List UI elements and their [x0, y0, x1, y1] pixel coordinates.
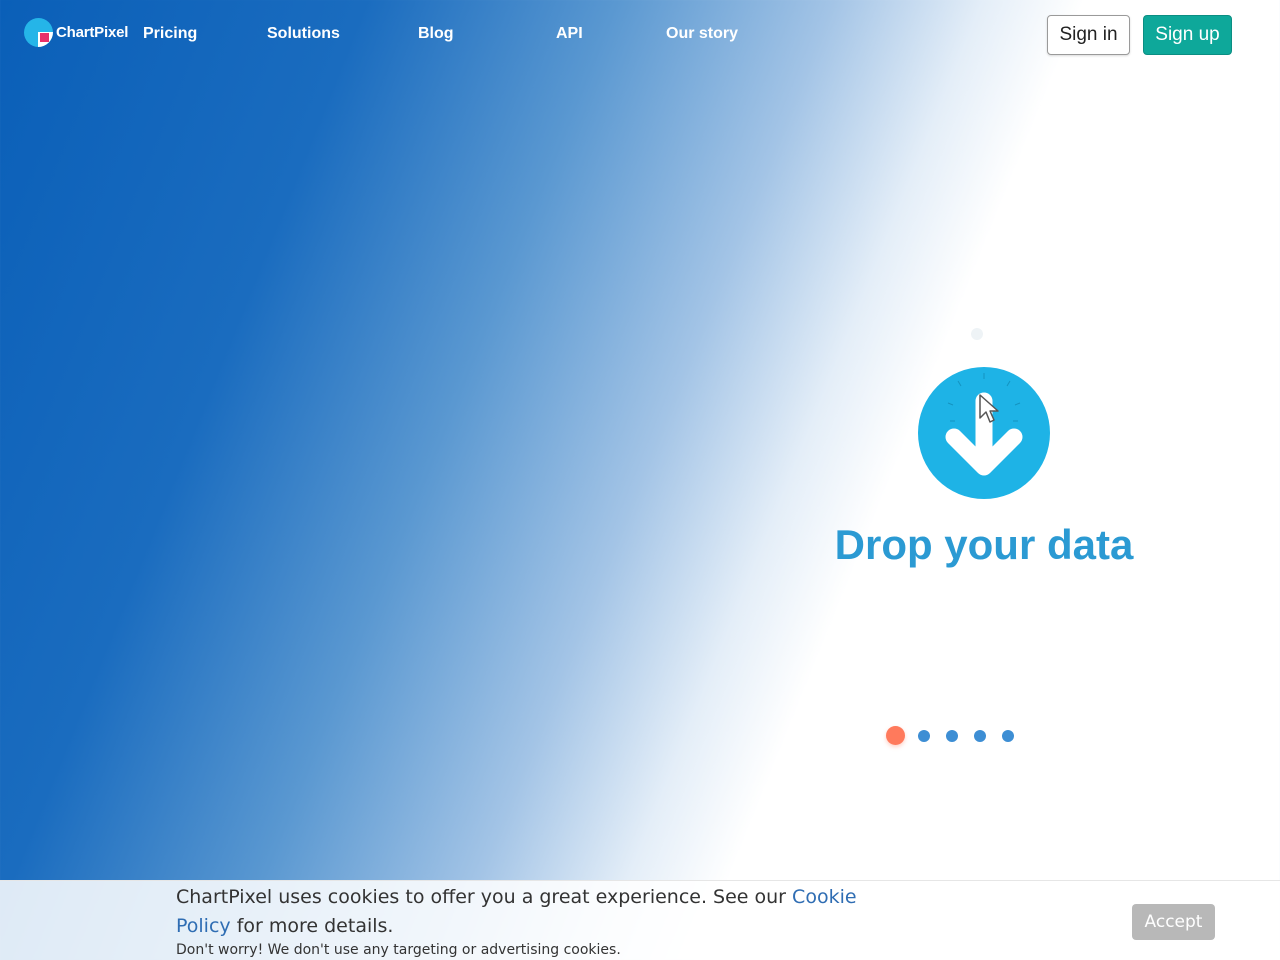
sign-in-button[interactable]: Sign in	[1047, 15, 1130, 55]
nav-link-blog[interactable]: Blog	[418, 24, 454, 44]
chartpixel-logo-icon	[24, 18, 53, 47]
nav-link-our-story[interactable]: Our story	[666, 24, 738, 44]
cookie-consent-banner: ChartPixel uses cookies to offer you a g…	[0, 880, 1280, 960]
accept-cookies-button[interactable]: Accept	[1132, 904, 1215, 940]
mouse-cursor-icon	[979, 394, 999, 423]
nav-link-pricing[interactable]: Pricing	[143, 24, 197, 44]
cookie-note: Don't worry! We don't use any targeting …	[176, 942, 621, 958]
carousel-dot-4[interactable]	[974, 730, 986, 742]
download-arrow-icon	[918, 367, 1050, 499]
top-navigation-bar: ChartPixel Pricing Solutions Blog API Ou…	[0, 0, 1280, 70]
nav-link-solutions[interactable]: Solutions	[267, 24, 340, 44]
nav-link-api[interactable]: API	[556, 24, 583, 44]
cookie-message: ChartPixel uses cookies to offer you a g…	[176, 883, 916, 941]
chartpixel-logo[interactable]: ChartPixel	[24, 18, 128, 47]
sign-up-button[interactable]: Sign up	[1143, 15, 1232, 55]
carousel-dot-5[interactable]	[1002, 730, 1014, 742]
carousel-dot-2[interactable]	[918, 730, 930, 742]
logo-text: ChartPixel	[56, 24, 129, 41]
cookie-text-before: ChartPixel uses cookies to offer you a g…	[176, 886, 793, 908]
hero-title: Drop your data	[834, 521, 1134, 568]
cookie-text-after: for more details.	[230, 915, 394, 937]
carousel-dot-3[interactable]	[946, 730, 958, 742]
carousel-dot-1[interactable]	[886, 726, 905, 745]
sparkle-dot	[971, 328, 983, 340]
